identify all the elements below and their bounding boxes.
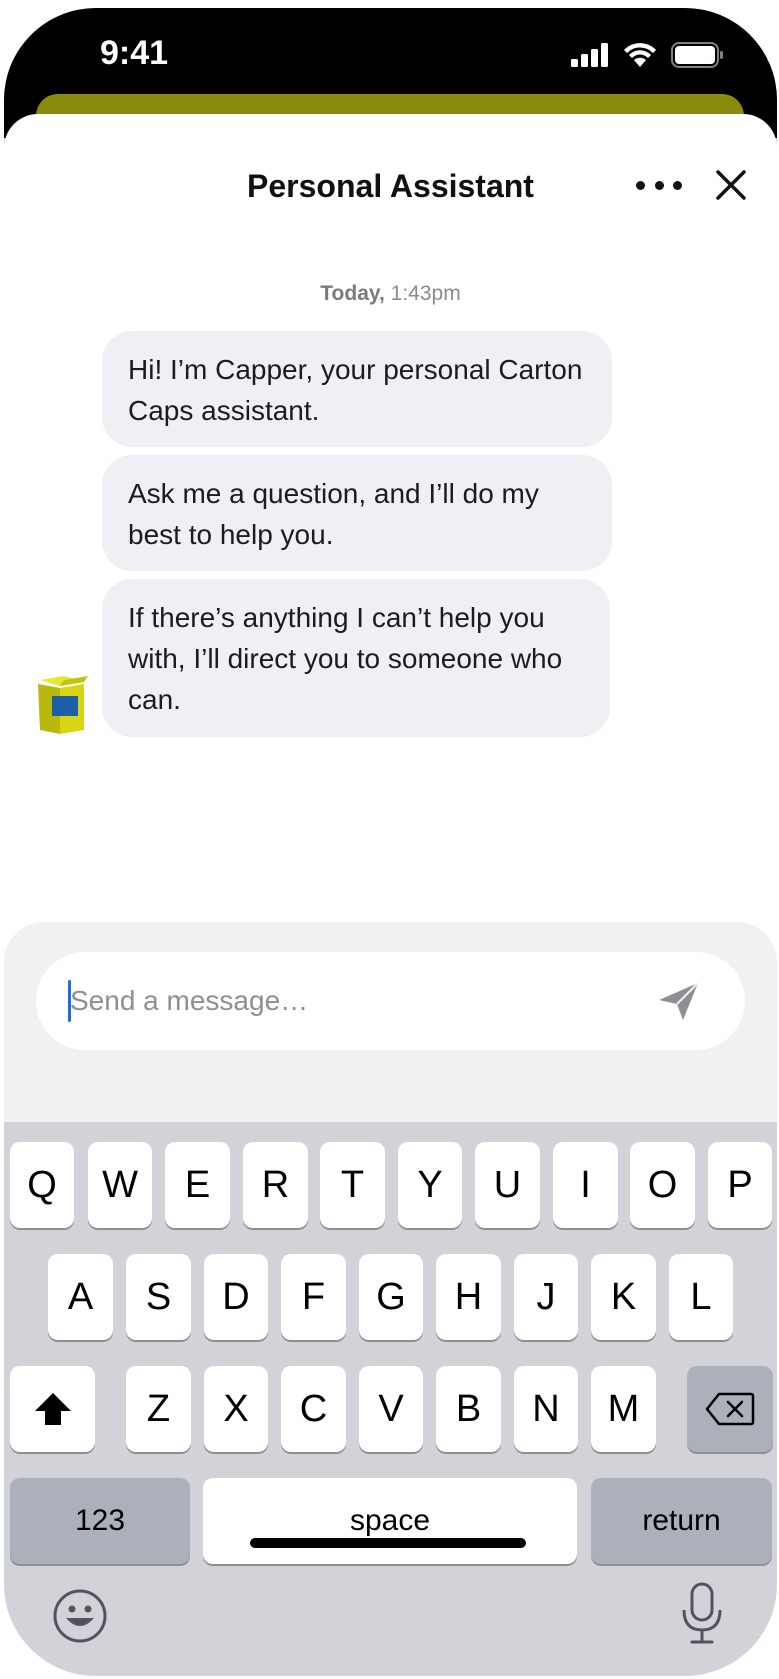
send-button[interactable] (656, 978, 702, 1024)
key-d[interactable]: D (204, 1254, 268, 1340)
numbers-key[interactable]: 123 (10, 1478, 190, 1564)
wifi-icon (624, 43, 656, 67)
key-u[interactable]: U (475, 1142, 540, 1228)
shift-key[interactable] (10, 1366, 95, 1452)
close-button[interactable] (714, 168, 748, 202)
key-b[interactable]: B (436, 1366, 501, 1452)
backspace-icon (705, 1392, 755, 1426)
key-i[interactable]: I (553, 1142, 618, 1228)
timestamp-day: Today, (320, 282, 385, 305)
key-n[interactable]: N (514, 1366, 578, 1452)
device-frame: 9:41 Personal Assistant Today, 1:43pm Hi… (4, 8, 777, 1676)
message-input[interactable] (70, 952, 650, 1050)
assistant-sheet: Personal Assistant Today, 1:43pm Hi! I’m… (4, 114, 777, 1676)
key-m[interactable]: M (591, 1366, 656, 1452)
key-f[interactable]: F (281, 1254, 346, 1340)
key-o[interactable]: O (630, 1142, 695, 1228)
shift-icon (34, 1393, 71, 1425)
message-composer[interactable] (36, 952, 745, 1050)
assistant-message: Hi! I’m Capper, your personal Carton Cap… (102, 331, 612, 447)
keyboard: Q W E R T Y U I O P A S D F G H J K L Z … (4, 1122, 777, 1676)
key-y[interactable]: Y (398, 1142, 462, 1228)
more-dot (673, 180, 682, 190)
cellular-signal-icon (571, 43, 608, 67)
status-time: 9:41 (100, 34, 169, 72)
battery-icon (671, 42, 723, 68)
assistant-message: If there’s anything I can’t help you wit… (102, 579, 610, 737)
key-p[interactable]: P (708, 1142, 772, 1228)
key-z[interactable]: Z (126, 1366, 191, 1452)
space-key[interactable]: space (203, 1478, 577, 1564)
key-h[interactable]: H (436, 1254, 501, 1340)
timestamp-time: 1:43pm (390, 282, 461, 305)
chat-timestamp: Today, 1:43pm (4, 282, 777, 306)
key-q[interactable]: Q (10, 1142, 74, 1228)
carton-box-avatar-icon (38, 676, 88, 734)
backspace-key[interactable] (687, 1366, 773, 1452)
home-indicator[interactable] (250, 1538, 526, 1548)
key-j[interactable]: J (514, 1254, 578, 1340)
emoji-icon[interactable] (52, 1588, 108, 1644)
return-key[interactable]: return (591, 1478, 772, 1564)
key-g[interactable]: G (359, 1254, 423, 1340)
key-s[interactable]: S (126, 1254, 191, 1340)
more-horizontal-icon (636, 180, 645, 190)
composer-panel (4, 922, 777, 1122)
key-x[interactable]: X (204, 1366, 268, 1452)
key-l[interactable]: L (669, 1254, 733, 1340)
status-icons (571, 42, 725, 68)
key-k[interactable]: K (591, 1254, 656, 1340)
phone-screen: 9:41 Personal Assistant Today, 1:43pm Hi… (0, 0, 779, 1679)
key-c[interactable]: C (281, 1366, 346, 1452)
key-e[interactable]: E (165, 1142, 230, 1228)
sheet-header: Personal Assistant (4, 114, 777, 234)
key-r[interactable]: R (243, 1142, 308, 1228)
close-icon (716, 170, 746, 200)
key-t[interactable]: T (320, 1142, 385, 1228)
key-w[interactable]: W (88, 1142, 152, 1228)
microphone-icon[interactable] (680, 1582, 724, 1646)
more-dot (654, 180, 664, 190)
key-v[interactable]: V (359, 1366, 423, 1452)
more-options-button[interactable] (636, 170, 682, 200)
assistant-message: Ask me a question, and I’ll do my best t… (102, 455, 612, 571)
key-a[interactable]: A (48, 1254, 113, 1340)
send-paper-plane-icon (659, 982, 699, 1020)
